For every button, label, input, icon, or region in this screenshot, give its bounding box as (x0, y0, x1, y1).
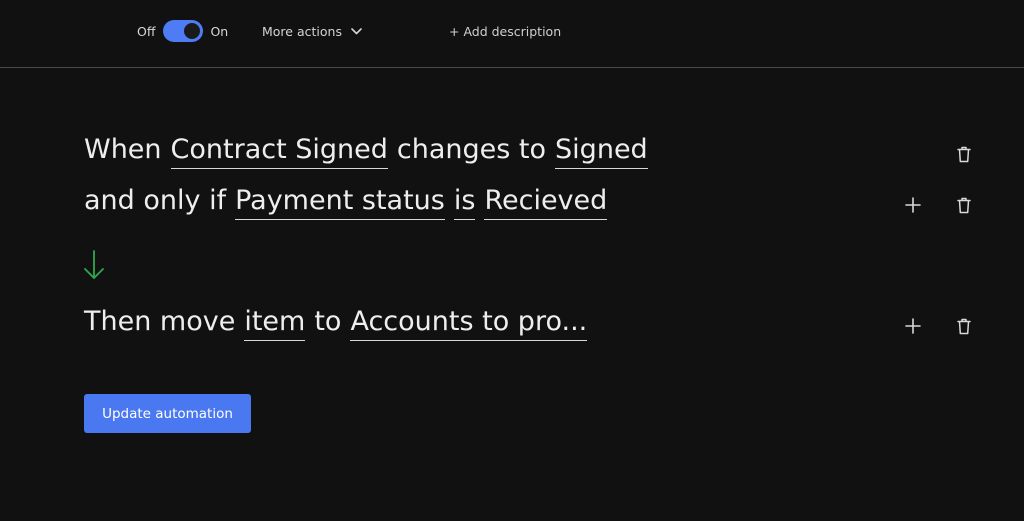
action-destination-token[interactable]: Accounts to pro... (350, 306, 588, 341)
update-automation-label: Update automation (102, 405, 233, 422)
add-description-link[interactable]: + Add description (449, 20, 561, 42)
automation-toggle[interactable] (163, 20, 204, 42)
plus-icon (905, 197, 921, 213)
automation-header: Off On More actions + Add description (0, 0, 1024, 68)
trigger-sentence: When Contract Signed changes to Signed (84, 134, 657, 178)
when-word: When (84, 134, 162, 165)
trash-icon (957, 318, 971, 334)
update-automation-button[interactable]: Update automation (84, 394, 251, 433)
condition-column-token[interactable]: Payment status (235, 185, 445, 220)
add-action-button[interactable] (902, 315, 924, 337)
changes-to-word: changes to (396, 134, 547, 165)
more-actions-dropdown[interactable]: More actions (262, 20, 362, 42)
delete-action-button[interactable] (953, 315, 975, 337)
condition-operator-token[interactable]: is (453, 185, 476, 220)
trigger-value-token[interactable]: Signed (555, 134, 648, 169)
toggle-on-label: On (210, 23, 229, 39)
delete-condition-button[interactable] (953, 194, 975, 216)
to-word: to (314, 306, 342, 337)
trash-icon (957, 146, 971, 162)
delete-trigger-button[interactable] (953, 143, 975, 165)
plus-icon (905, 318, 921, 334)
condition-sentence: and only if Payment status is Recieved (84, 185, 616, 229)
trash-icon (957, 197, 971, 213)
trigger-column-token[interactable]: Contract Signed (170, 134, 388, 169)
action-prefix: Then move (84, 306, 236, 337)
arrow-down-icon (84, 250, 104, 279)
condition-value-token[interactable]: Recieved (484, 185, 608, 220)
chevron-down-icon (351, 27, 362, 34)
toggle-knob (184, 23, 201, 39)
add-description-label: + Add description (449, 23, 562, 39)
on-off-toggle-group: Off On (137, 19, 228, 43)
action-sentence: Then move item to Accounts to pro... (84, 306, 596, 350)
more-actions-label: More actions (262, 23, 342, 39)
condition-prefix: and only if (84, 185, 227, 216)
action-target-token[interactable]: item (244, 306, 306, 341)
toggle-off-label: Off (137, 23, 156, 39)
add-condition-button[interactable] (902, 194, 924, 216)
